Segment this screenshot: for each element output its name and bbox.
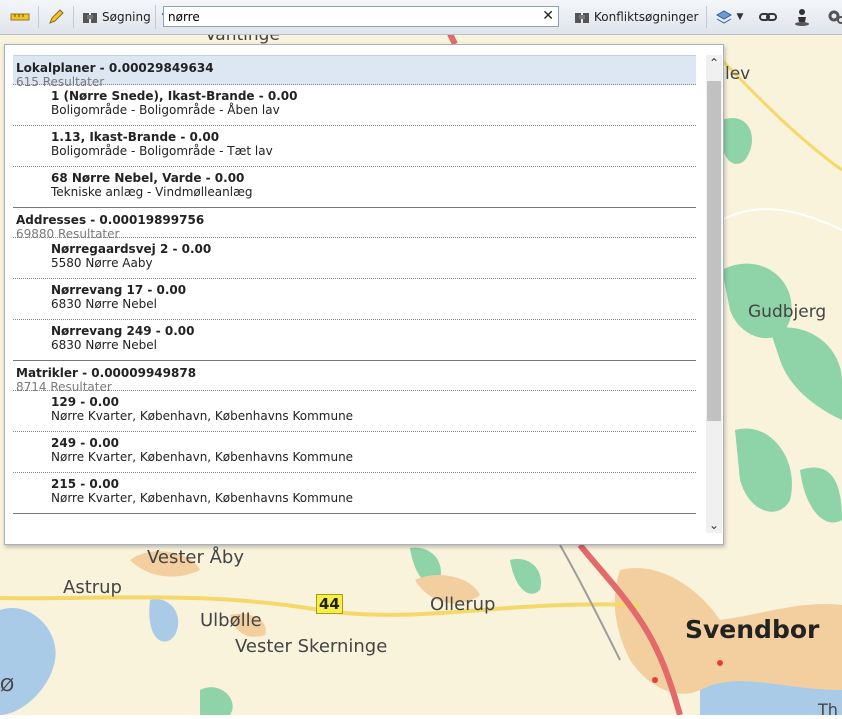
toolbar-separator bbox=[706, 6, 708, 28]
layers-button[interactable]: ▼ bbox=[711, 5, 747, 29]
result-item[interactable]: 249 - 0.00 Nørre Kvarter, København, Køb… bbox=[13, 432, 696, 473]
gears-icon bbox=[828, 10, 842, 24]
street-view-button[interactable] bbox=[789, 5, 815, 29]
layers-icon bbox=[716, 10, 733, 24]
result-item[interactable]: 129 - 0.00 Nørre Kvarter, København, Køb… bbox=[13, 391, 696, 432]
person-icon bbox=[795, 9, 810, 26]
draw-button[interactable] bbox=[43, 5, 69, 29]
map-label-svendborg: Svendbor bbox=[685, 615, 820, 644]
result-item[interactable]: 215 - 0.00 Nørre Kvarter, København, Køb… bbox=[13, 473, 696, 514]
map-label-gudbjerg: Gudbjerg bbox=[748, 302, 827, 322]
result-group-header[interactable]: Lokalplaner - 0.00029849634 615 Resultat… bbox=[13, 55, 696, 89]
result-item-title: Nørrevang 17 - 0.00 bbox=[51, 283, 187, 297]
binoculars-icon bbox=[575, 13, 589, 23]
link-button[interactable] bbox=[755, 5, 781, 29]
result-item-title: 1 (Nørre Snede), Ikast-Brande - 0.00 bbox=[51, 89, 298, 103]
map-label-lev: lev bbox=[725, 64, 751, 84]
result-item-subtitle: Nørre Kvarter, København, Københavns Kom… bbox=[51, 491, 354, 505]
group-title: Lokalplaner - 0.00029849634 bbox=[16, 61, 214, 75]
ruler-icon bbox=[10, 13, 30, 21]
result-item-subtitle: 6830 Nørre Nebel bbox=[51, 297, 157, 311]
result-item-subtitle: Boligområde - Boligområde - Åben lav bbox=[51, 103, 280, 117]
tools-button[interactable]: ▼ bbox=[823, 5, 842, 29]
binoculars-icon bbox=[83, 13, 97, 23]
map-label-edge-bottom-left: Ø bbox=[0, 675, 15, 696]
result-item-title: Nørregaardsvej 2 - 0.00 bbox=[51, 242, 212, 256]
search-results-panel: Lokalplaner - 0.00029849634 615 Resultat… bbox=[4, 44, 724, 545]
group-title: Matrikler - 0.00009949878 bbox=[16, 366, 197, 380]
search-field[interactable]: ✕ bbox=[163, 6, 559, 27]
chevron-down-icon: ▼ bbox=[736, 12, 744, 22]
result-item-subtitle: Nørre Kvarter, København, Københavns Kom… bbox=[51, 450, 354, 464]
map-label-astrup: Astrup bbox=[63, 577, 122, 598]
result-item[interactable]: Nørrevang 249 - 0.00 6830 Nørre Nebel bbox=[13, 320, 696, 361]
measure-button[interactable] bbox=[6, 5, 34, 29]
map-label-ulbolle: Ulbølle bbox=[200, 610, 262, 631]
result-item-title: 1.13, Ikast-Brande - 0.00 bbox=[51, 130, 220, 144]
conflict-search-button[interactable]: Konfliktsøgninger bbox=[570, 5, 702, 29]
search-input[interactable] bbox=[164, 7, 532, 26]
group-title: Addresses - 0.00019899756 bbox=[16, 213, 205, 227]
result-item[interactable]: 68 Nørre Nebel, Varde - 0.00 Tekniske an… bbox=[13, 167, 696, 208]
result-item[interactable]: 1.13, Ikast-Brande - 0.00 Boligområde - … bbox=[13, 126, 696, 167]
result-item-subtitle: Nørre Kvarter, København, Københavns Kom… bbox=[51, 409, 354, 423]
result-item[interactable]: Nørregaardsvej 2 - 0.00 5580 Nørre Aaby bbox=[13, 238, 696, 279]
toolbar-separator bbox=[38, 6, 39, 28]
link-icon bbox=[759, 13, 778, 21]
toolbar-separator bbox=[73, 6, 74, 28]
map-label-vester-skerninge: Vester Skerninge bbox=[235, 636, 388, 657]
results-list: Lokalplaner - 0.00029849634 615 Resultat… bbox=[13, 55, 696, 514]
result-item-subtitle: 5580 Nørre Aaby bbox=[51, 256, 153, 270]
search-mode-label: Søgning bbox=[102, 10, 151, 24]
result-item[interactable]: Nørrevang 17 - 0.00 6830 Nørre Nebel bbox=[13, 279, 696, 320]
map-label-ollerup: Ollerup bbox=[430, 594, 496, 615]
result-item-subtitle: 6830 Nørre Nebel bbox=[51, 338, 157, 352]
result-group-header[interactable]: Addresses - 0.00019899756 69880 Resultat… bbox=[13, 208, 696, 241]
result-group-header[interactable]: Matrikler - 0.00009949878 8714 Resultate… bbox=[13, 361, 696, 394]
result-item-title: 68 Nørre Nebel, Varde - 0.00 bbox=[51, 171, 245, 185]
result-item-title: 215 - 0.00 bbox=[51, 477, 119, 491]
result-item-title: 249 - 0.00 bbox=[51, 436, 119, 450]
map-label-vester-aaby: Vester Åby bbox=[147, 547, 245, 568]
road-number-badge: 44 bbox=[316, 594, 343, 614]
conflict-search-label: Konfliktsøgninger bbox=[594, 10, 699, 24]
toolbar: Søgning ▼ ✕ Konfliktsøgninger ▼ bbox=[0, 0, 842, 35]
result-item-title: 129 - 0.00 bbox=[51, 395, 119, 409]
pencil-icon bbox=[49, 9, 64, 24]
map-label-edge-bottom-right: Th bbox=[818, 700, 838, 719]
scrollbar-thumb[interactable] bbox=[707, 81, 721, 421]
result-item[interactable]: 1 (Nørre Snede), Ikast-Brande - 0.00 Bol… bbox=[13, 85, 696, 126]
scroll-up-icon[interactable]: ⌃ bbox=[706, 55, 722, 71]
scroll-down-icon[interactable]: ⌄ bbox=[706, 517, 722, 533]
clear-icon[interactable]: ✕ bbox=[542, 8, 554, 24]
result-item-subtitle: Tekniske anlæg - Vindmølleanlæg bbox=[51, 185, 253, 199]
results-scrollbar[interactable]: ⌃ ⌄ bbox=[706, 55, 722, 533]
result-item-title: Nørrevang 249 - 0.00 bbox=[51, 324, 195, 338]
search-mode-button[interactable]: Søgning bbox=[78, 5, 155, 29]
result-item-subtitle: Boligområde - Boligområde - Tæt lav bbox=[51, 144, 273, 158]
